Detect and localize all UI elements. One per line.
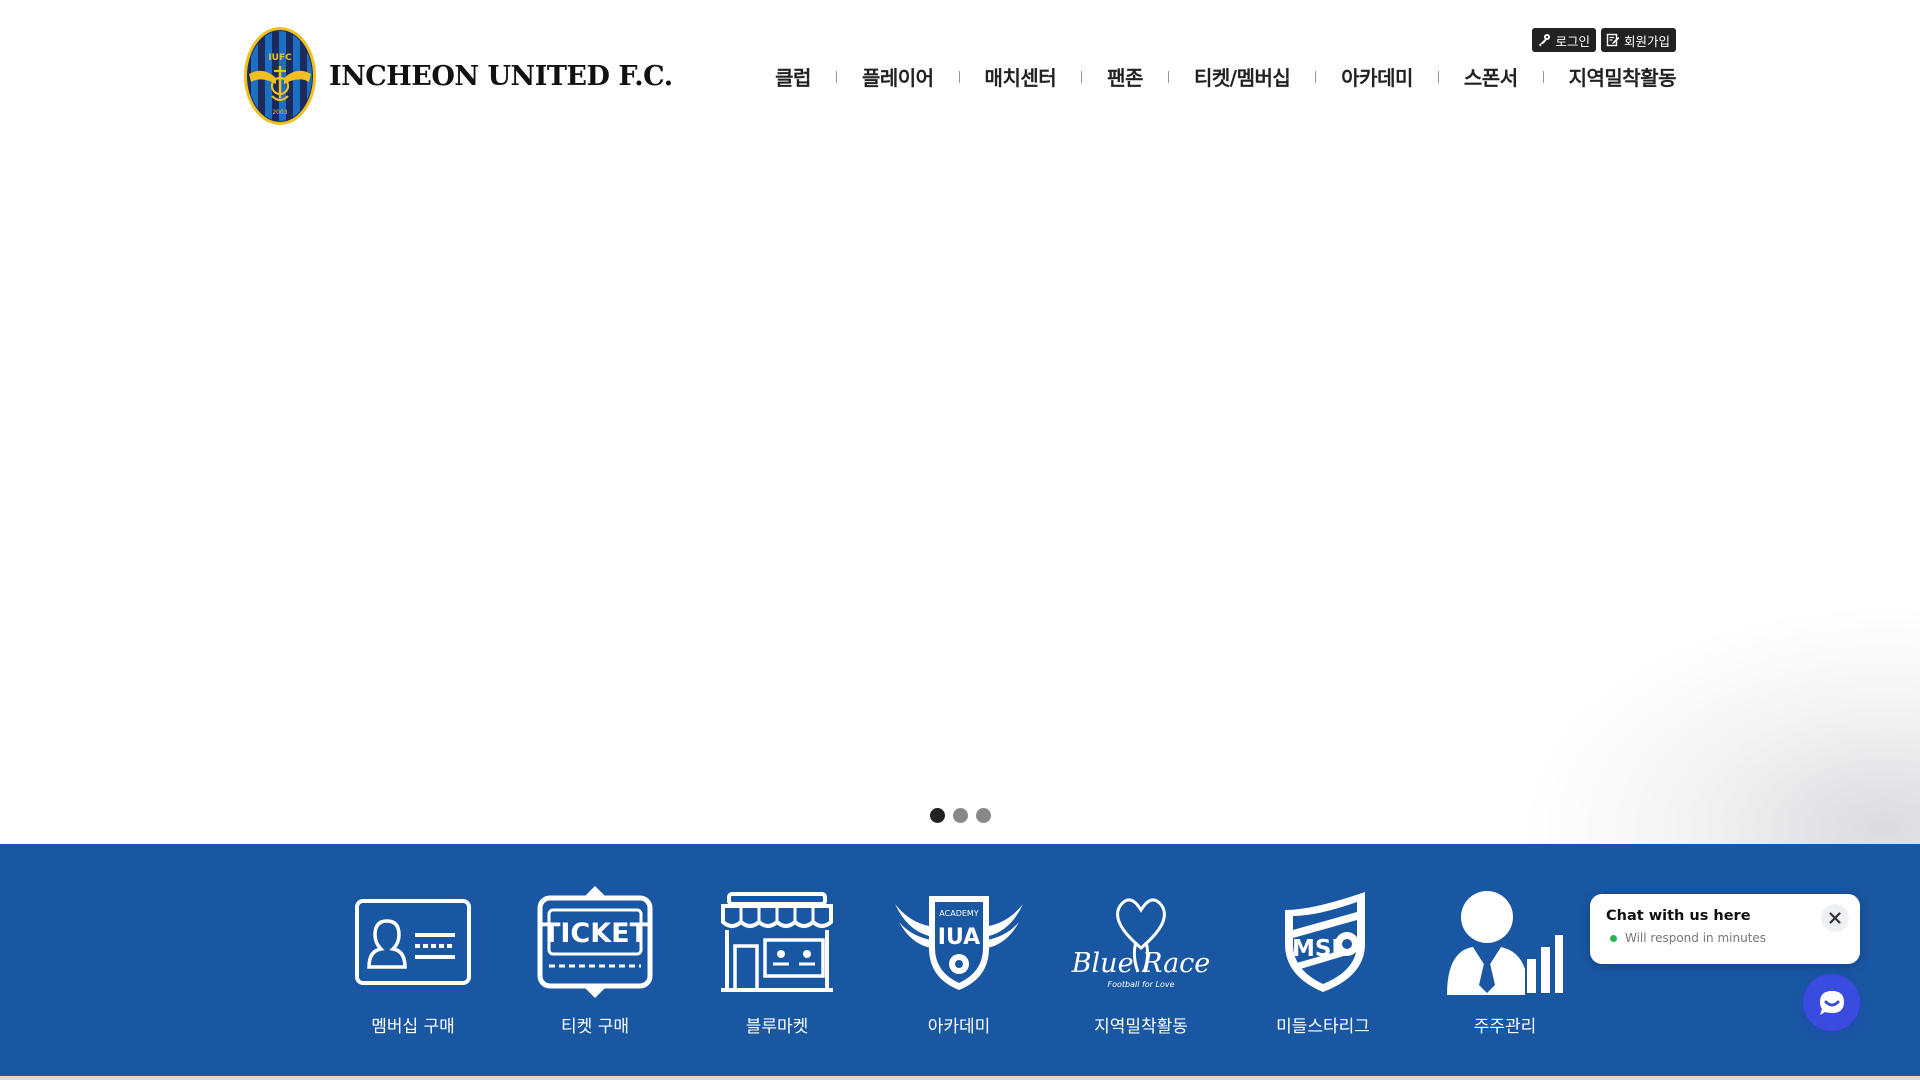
login-label: 로그인 (1555, 33, 1590, 49)
nav-ticket-membership[interactable]: 티켓/멤버십 (1194, 62, 1291, 91)
top-utility-links: 로그인 회원가입 (1532, 28, 1676, 52)
chat-prompt-card[interactable]: Chat with us here Will respond in minute… (1590, 894, 1860, 964)
logo-badge-top: IUFC (268, 53, 292, 63)
store-icon (721, 892, 833, 992)
slider-dot-2[interactable] (953, 808, 968, 823)
online-status-icon (1610, 934, 1617, 942)
nav-match-center[interactable]: 매치센터 (985, 62, 1057, 91)
slider-dot-3[interactable] (976, 808, 991, 823)
logo-badge-year: 2003 (272, 109, 287, 116)
nav-separator (1315, 70, 1317, 83)
hero-slide-background (1520, 604, 1920, 844)
footer-divider (0, 1076, 1920, 1080)
ticket-icon: TICKET (537, 886, 653, 998)
close-icon (1829, 912, 1841, 924)
hero-slider (0, 140, 1920, 844)
blue-race-icon-subtext: Football for Love (1107, 980, 1174, 989)
quick-label: 티켓 구매 (561, 1017, 629, 1037)
nav-sponsor[interactable]: 스폰서 (1464, 62, 1518, 91)
logo-text: INCHEON UNITED F.C. (329, 60, 673, 92)
quick-label: 블루마켓 (745, 1017, 809, 1037)
nav-separator (1437, 70, 1439, 83)
nav-club[interactable]: 클럽 (775, 62, 811, 91)
chat-close-button[interactable] (1821, 904, 1849, 932)
quick-middle-star-league[interactable]: MSL 미들스타리그 (1232, 844, 1414, 1078)
blue-race-icon-text: Blue Race (1071, 948, 1211, 979)
quick-membership-purchase[interactable]: 멤버십 구매 (322, 844, 504, 1078)
msl-emblem-icon: MSL (1285, 892, 1365, 992)
chat-bubble-icon (1819, 990, 1844, 1015)
nav-separator (1167, 70, 1169, 83)
signup-button[interactable]: 회원가입 (1600, 28, 1676, 52)
quick-ticket-purchase[interactable]: TICKET 티켓 구매 (504, 844, 686, 1078)
nav-community[interactable]: 지역밀착활동 (1569, 62, 1677, 91)
site-header: IUFC 2003 INCHEON UNITED F.C. 로그인 회원가입 클… (0, 0, 1920, 140)
academy-emblem-icon: ACADEMY IUA (895, 896, 1023, 990)
quick-label: 지역밀착활동 (1094, 1017, 1188, 1037)
quick-label: 미들스타리그 (1276, 1017, 1370, 1037)
signup-label: 회원가입 (1623, 33, 1670, 49)
club-emblem-icon: IUFC 2003 (244, 27, 316, 125)
chat-status-text: Will respond in minutes (1625, 931, 1767, 945)
nav-separator (835, 70, 837, 83)
chat-launcher-button[interactable] (1803, 974, 1860, 1031)
nav-separator (958, 70, 960, 83)
membership-card-icon (355, 899, 471, 985)
nav-player[interactable]: 플레이어 (862, 62, 934, 91)
quick-label: 아카데미 (927, 1017, 991, 1037)
nav-academy[interactable]: 아카데미 (1341, 62, 1413, 91)
quick-label: 멤버십 구매 (371, 1017, 455, 1037)
slider-pagination (930, 808, 991, 823)
academy-icon-top-text: ACADEMY (939, 909, 979, 918)
quick-blue-market[interactable]: 블루마켓 (686, 844, 868, 1078)
slider-dot-1[interactable] (930, 808, 945, 823)
ticket-icon-text: TICKET (542, 918, 649, 949)
shareholder-icon (1447, 891, 1563, 995)
quick-academy[interactable]: ACADEMY IUA 아카데미 (868, 844, 1050, 1078)
nav-separator (1542, 70, 1544, 83)
academy-icon-main-text: IUA (938, 925, 980, 950)
main-navigation: 클럽 플레이어 매치센터 팬존 티켓/멤버십 아카데미 스폰서 지역밀착활동 (775, 62, 1676, 91)
chat-title: Chat with us here (1606, 908, 1751, 924)
nav-fan-zone[interactable]: 팬존 (1107, 62, 1143, 91)
club-logo[interactable]: IUFC 2003 INCHEON UNITED F.C. (243, 26, 673, 126)
edit-document-icon (1606, 33, 1620, 47)
chat-status: Will respond in minutes (1610, 931, 1766, 945)
blue-race-logo-icon: Blue Race Football for Love (1071, 898, 1211, 989)
quick-label: 주주관리 (1473, 1017, 1537, 1037)
login-button[interactable]: 로그인 (1532, 28, 1596, 52)
key-icon (1539, 34, 1551, 47)
nav-separator (1081, 70, 1083, 83)
quick-community-activity[interactable]: Blue Race Football for Love 지역밀착활동 (1050, 844, 1232, 1078)
quick-shareholder-management[interactable]: 주주관리 (1414, 844, 1596, 1078)
quick-menu-list: 멤버십 구매 TICKET 티켓 구매 블루마켓 ACADEMY IUA 아카데… (322, 844, 1596, 1078)
